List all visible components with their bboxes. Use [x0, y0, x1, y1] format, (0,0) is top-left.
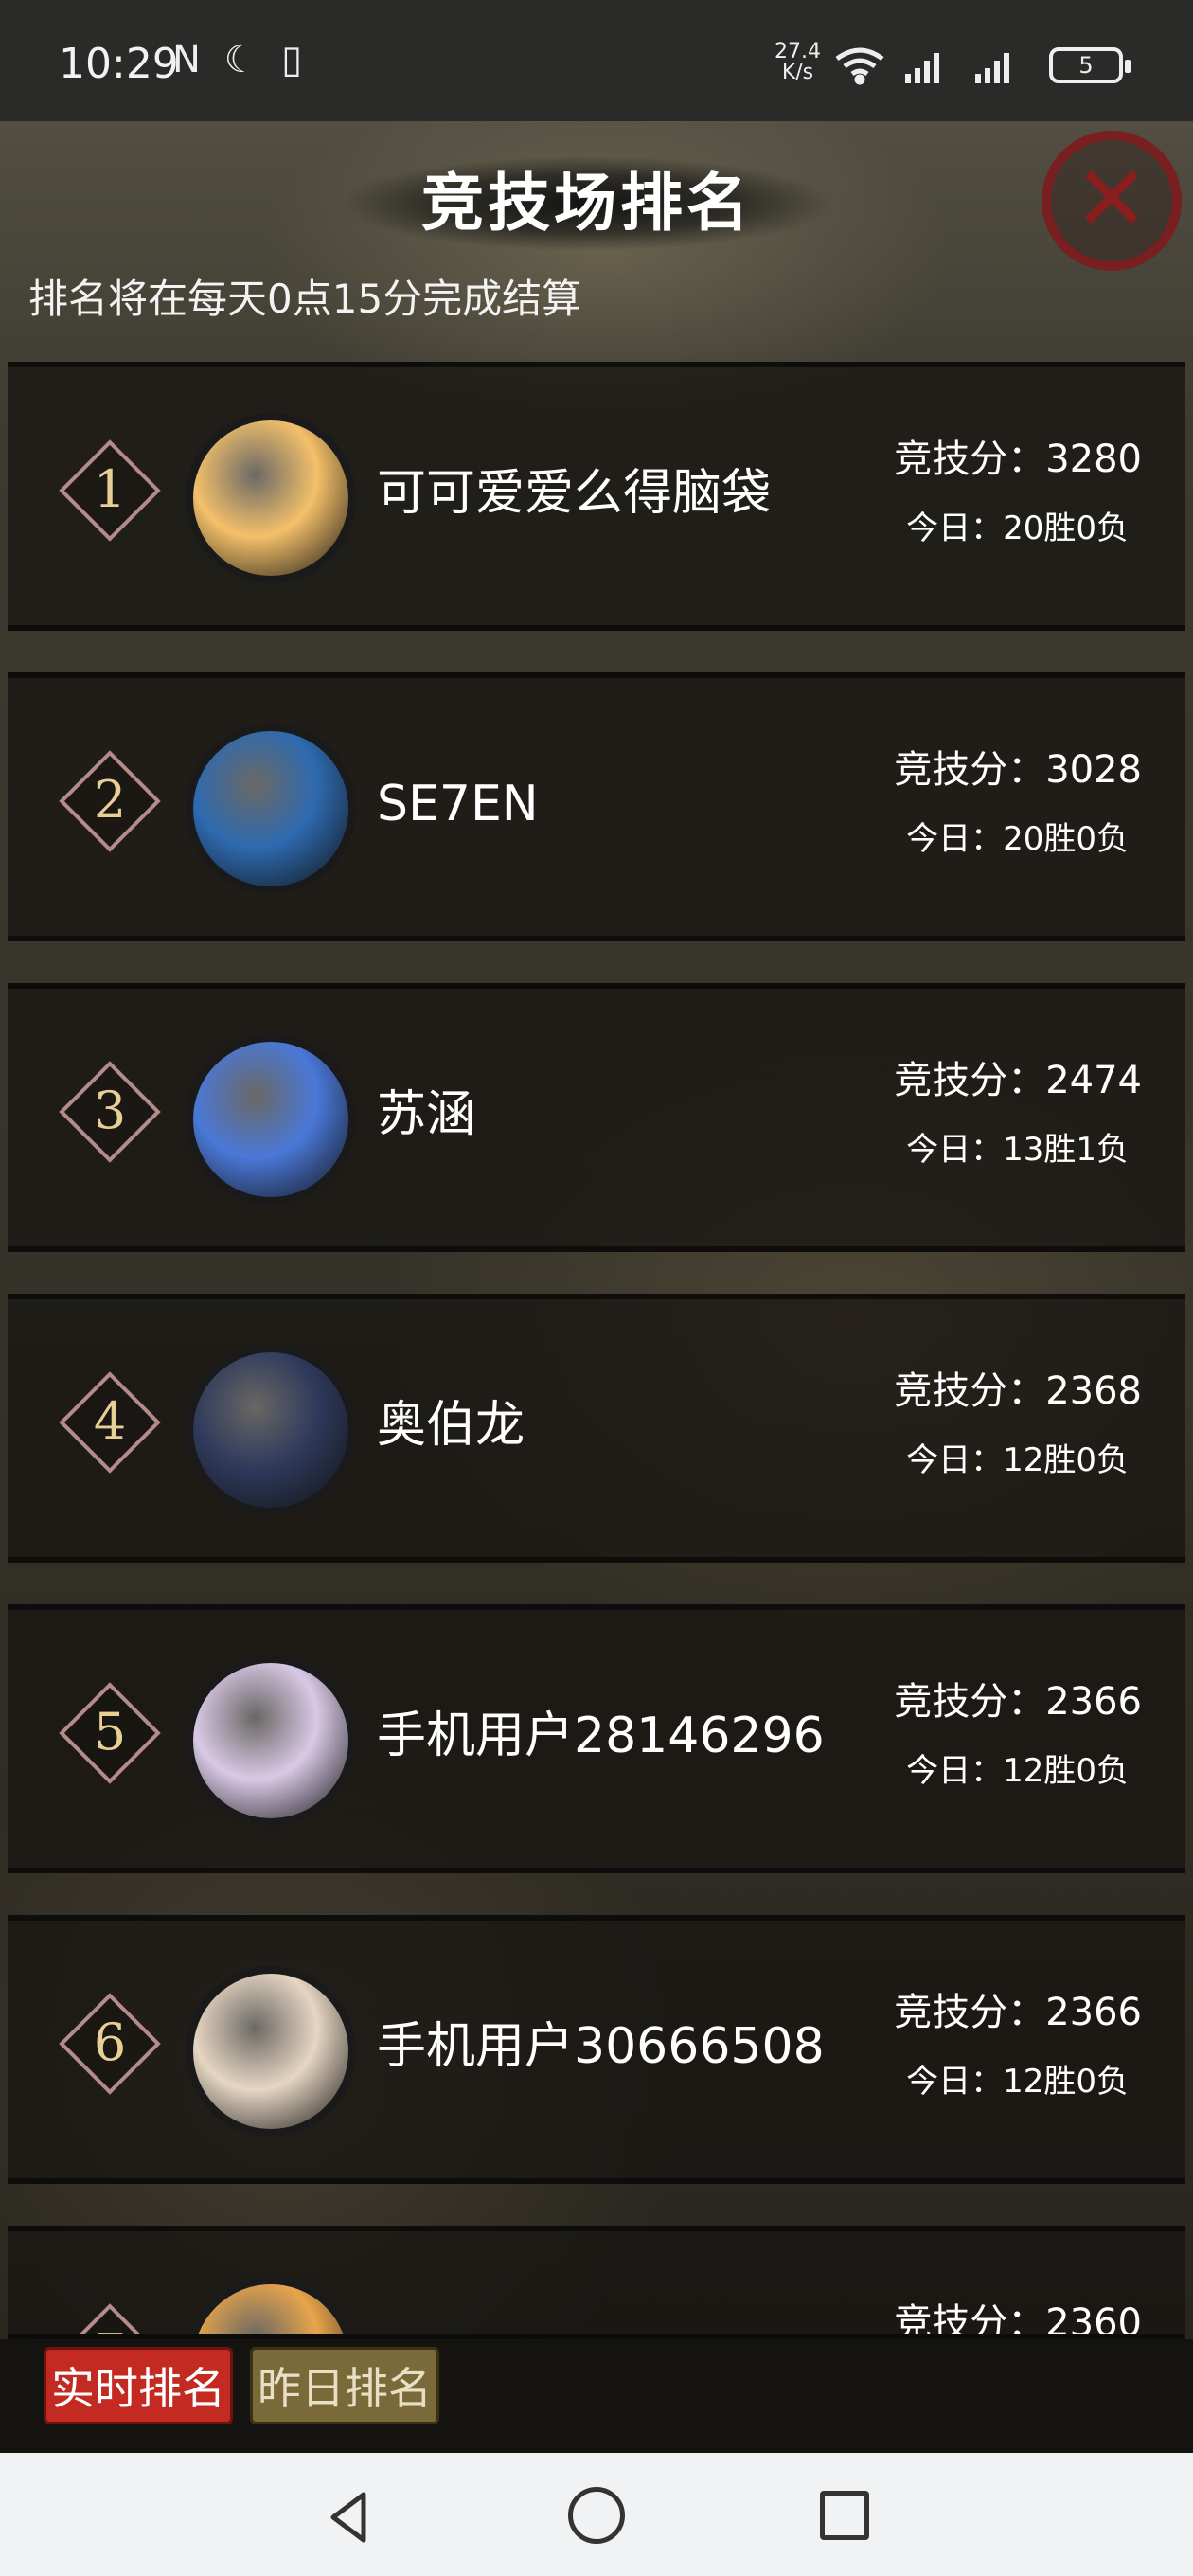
recent-apps-icon[interactable]: [820, 2491, 869, 2540]
rank-number: 3: [93, 1081, 127, 1140]
arena-score: 竞技分：2360: [894, 2301, 1142, 2339]
rank-number: 7: [62, 2311, 157, 2334]
settlement-note: 排名将在每天0点15分完成结算: [28, 276, 582, 322]
player-avatar[interactable]: [186, 724, 356, 894]
battery-level: 5: [1078, 52, 1094, 79]
today-record: 今日：12胜0负: [906, 1441, 1129, 1479]
wifi-icon: [835, 47, 884, 85]
cell-signal-icon: [905, 53, 939, 83]
player-avatar[interactable]: [186, 2277, 356, 2334]
arena-score: 竞技分：3280: [894, 438, 1142, 481]
today-record: 今日：20胜0负: [906, 820, 1129, 858]
player-avatar[interactable]: [186, 1034, 356, 1205]
ranking-row[interactable]: 1 可可爱爱么得脑袋 竞技分：3280 今日：20胜0负: [8, 362, 1185, 631]
rank-number: 4: [93, 1391, 127, 1451]
ranking-row[interactable]: 4 奥伯龙 竞技分：2368 今日：12胜0负: [8, 1294, 1185, 1563]
arena-score: 竞技分：2474: [894, 1059, 1142, 1102]
network-speed-unit: K/s: [781, 61, 814, 84]
ranking-row[interactable]: 3 苏涵 竞技分：2474 今日：13胜1负: [8, 983, 1185, 1252]
status-notification-icons: N ☾ ▯: [172, 38, 309, 81]
player-avatar[interactable]: [186, 1345, 356, 1515]
status-bar: 10:29 N ☾ ▯ 27.4 K/s 5: [0, 0, 1193, 121]
player-name: 苏涵: [377, 1086, 476, 1143]
today-record: 今日：12胜0负: [906, 2063, 1129, 2101]
rank-number: 6: [93, 2012, 127, 2072]
arena-score: 竞技分：2366: [894, 1680, 1142, 1724]
battery-icon: 5: [1049, 47, 1131, 83]
tab-yesterday-ranking[interactable]: 昨日排名: [250, 2347, 439, 2424]
back-icon[interactable]: [322, 2489, 379, 2546]
rank-number: 1: [93, 459, 127, 519]
player-name: 手机用户30666508: [377, 2018, 825, 2075]
signal-icons: [835, 47, 1009, 85]
network-speed: 27.4 K/s: [775, 42, 821, 83]
status-time: 10:29: [59, 40, 179, 88]
player-name: 奥伯龙: [377, 1397, 525, 1454]
player-avatar[interactable]: [186, 1655, 356, 1826]
tab-realtime-ranking[interactable]: 实时排名: [44, 2347, 233, 2424]
rank-number: 5: [93, 1702, 127, 1762]
network-speed-value: 27.4: [775, 40, 821, 63]
player-name: 可可爱爱么得脑袋: [377, 465, 772, 522]
today-record: 今日：20胜0负: [906, 510, 1129, 547]
ranking-row[interactable]: 6 手机用户30666508 竞技分：2366 今日：12胜0负: [8, 1915, 1185, 2184]
ranking-row[interactable]: 5 手机用户28146296 竞技分：2366 今日：12胜0负: [8, 1604, 1185, 1873]
rank-number: 2: [93, 770, 127, 830]
cell-signal-2-icon: [975, 53, 1009, 83]
page-title: 竞技场排名: [341, 152, 833, 256]
player-name: 手机用户28146296: [377, 1708, 825, 1764]
close-button[interactable]: ✕: [1042, 131, 1182, 271]
today-record: 今日：13胜1负: [906, 1131, 1129, 1169]
arena-score: 竞技分：2368: [894, 1369, 1142, 1413]
today-record: 今日：12胜0负: [906, 1752, 1129, 1790]
arena-score: 竞技分：2366: [894, 1991, 1142, 2034]
player-avatar[interactable]: [186, 413, 356, 583]
arena-score: 竞技分：3028: [894, 748, 1142, 792]
player-name: SE7EN: [377, 776, 539, 832]
ranking-row[interactable]: 2 SE7EN 竞技分：3028 今日：20胜0负: [8, 672, 1185, 941]
player-avatar[interactable]: [186, 1966, 356, 2137]
home-icon[interactable]: [568, 2487, 625, 2544]
close-icon: ✕: [1073, 146, 1150, 252]
ranking-row[interactable]: 7 竞技分：2360: [8, 2226, 1185, 2339]
